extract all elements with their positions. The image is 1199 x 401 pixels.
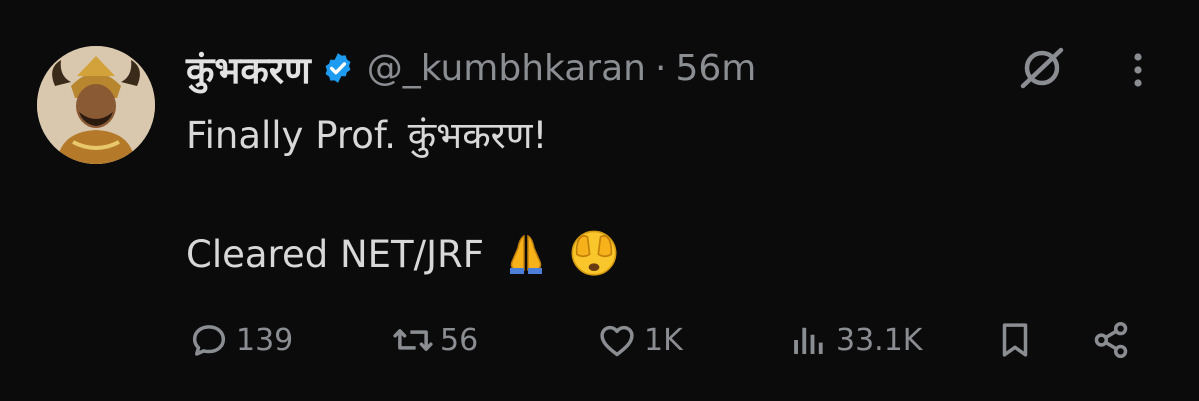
verified-badge-icon[interactable] — [321, 51, 355, 85]
action-bar: 139 56 1K 33.1K — [0, 310, 1199, 370]
reply-button[interactable]: 139 — [188, 310, 293, 370]
repost-icon — [393, 329, 433, 351]
grok-icon[interactable] — [1017, 44, 1067, 90]
share-icon — [1094, 321, 1128, 359]
views-icon — [794, 327, 823, 354]
tweet-card[interactable]: कुंभकरण @_kumbhkaran · 56m Finally Prof.… — [0, 0, 1199, 401]
user-handle[interactable]: @_kumbhkaran — [367, 48, 646, 89]
share-button[interactable] — [1090, 310, 1132, 370]
tweet-text-line2: Cleared NET/JRF — [186, 226, 620, 287]
more-options-icon[interactable] — [1123, 49, 1153, 91]
bookmark-icon — [1002, 323, 1028, 357]
views-count: 33.1K — [836, 322, 923, 358]
tweet-header: कुंभकरण @_kumbhkaran · 56m — [186, 40, 756, 96]
tweet-text-line1: Finally Prof. कुंभकरण! — [186, 114, 548, 157]
bookmark-button[interactable] — [994, 310, 1036, 370]
face-covering-eyes-emoji — [568, 226, 620, 287]
repost-button[interactable]: 56 — [392, 310, 478, 370]
tweet-text-line2-label: Cleared NET/JRF — [186, 233, 484, 276]
like-count: 1K — [644, 322, 683, 358]
reply-icon — [192, 325, 226, 356]
heart-icon — [600, 325, 634, 357]
like-button[interactable]: 1K — [596, 310, 683, 370]
reply-count: 139 — [236, 322, 294, 358]
timestamp[interactable]: 56m — [675, 48, 756, 89]
repost-count: 56 — [440, 322, 479, 358]
separator-dot: · — [654, 47, 667, 89]
views-button[interactable]: 33.1K — [788, 310, 922, 370]
folded-hands-emoji — [502, 228, 550, 285]
display-name[interactable]: कुंभकरण — [186, 43, 311, 94]
avatar[interactable] — [37, 46, 155, 164]
